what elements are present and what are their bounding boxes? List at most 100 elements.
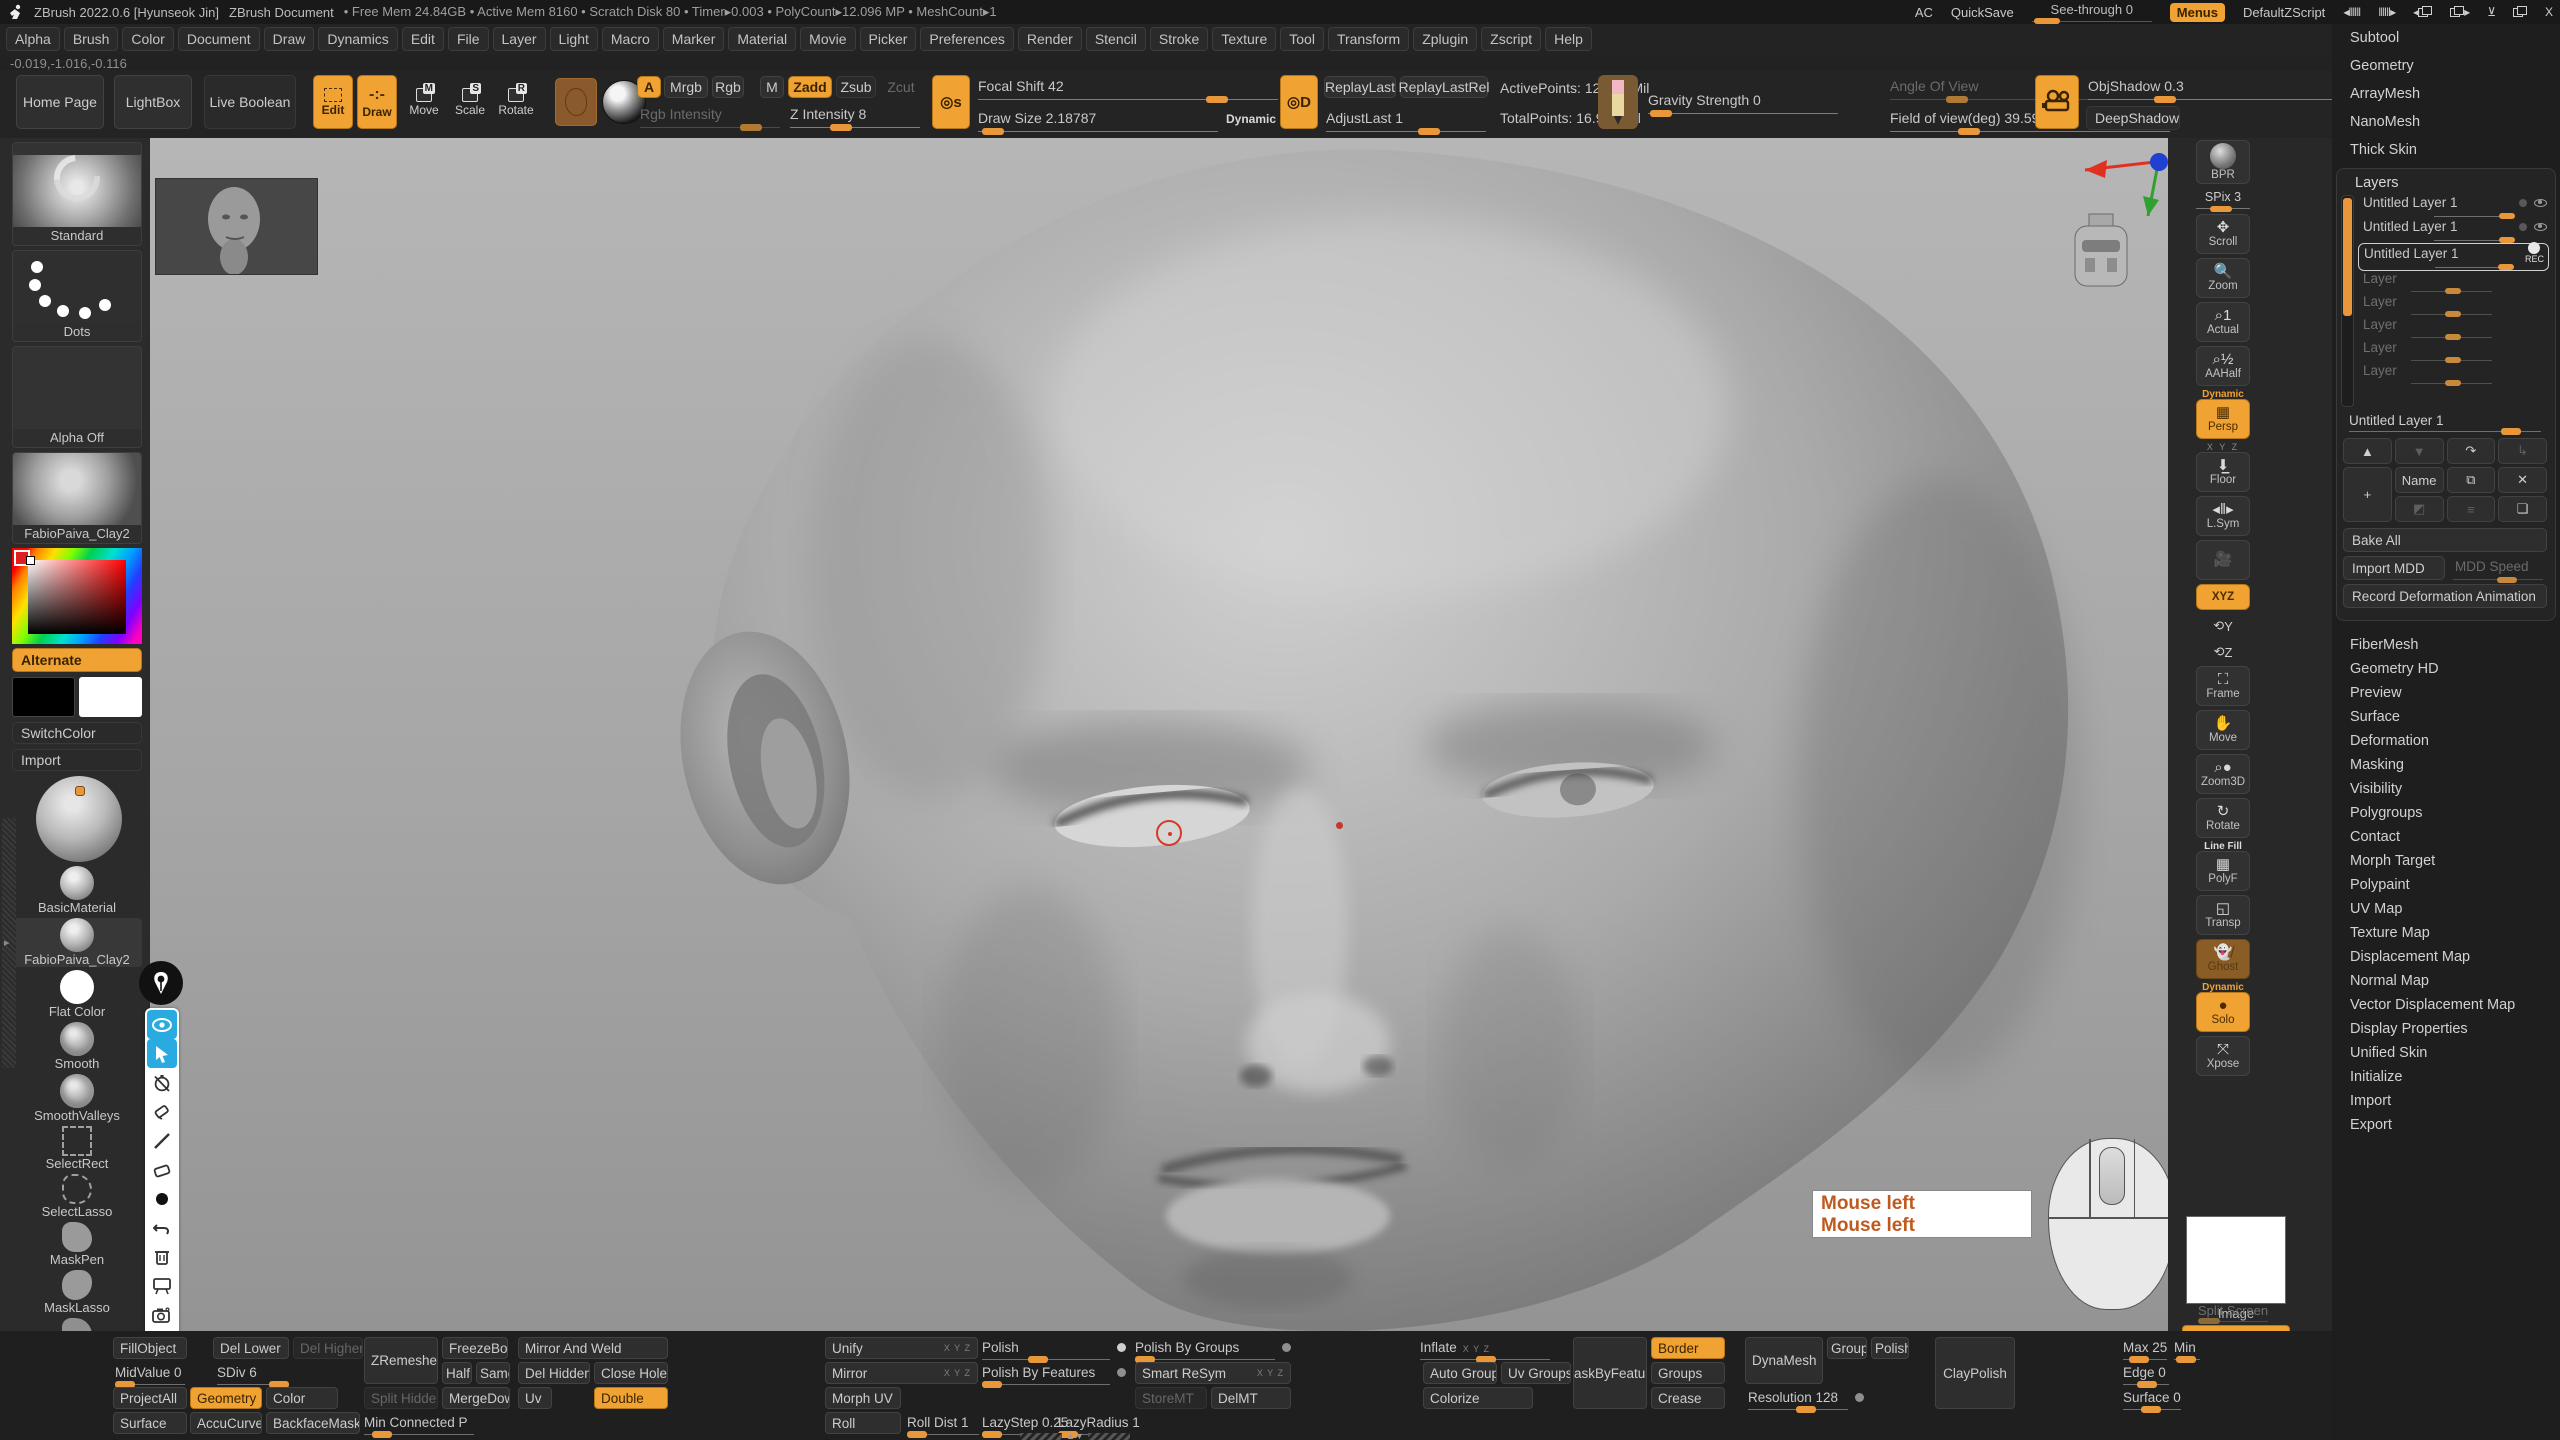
xpose-button[interactable]: ⤧Xpose (2196, 1036, 2250, 1076)
layer-redo-button[interactable]: ↷ (2447, 438, 2496, 464)
rotate-3d-button[interactable]: ↻Rotate (2196, 798, 2250, 838)
menu-item[interactable]: Edit (402, 27, 444, 51)
spix-slider[interactable]: SPix 3 (2196, 190, 2250, 204)
mdd-speed-slider[interactable]: MDD Speed (2449, 556, 2547, 580)
dock-section-header[interactable]: Texture Map (2350, 921, 2560, 945)
menu-item[interactable]: Help (1545, 27, 1592, 51)
move-3d-button[interactable]: ✋Move (2196, 710, 2250, 750)
aahalf-button[interactable]: ⌕½AAHalf (2196, 346, 2250, 386)
layers-scrollbar[interactable] (2341, 195, 2354, 407)
m-button[interactable]: M (760, 76, 784, 98)
dock-section-header[interactable]: Deformation (2350, 729, 2560, 753)
list-item[interactable]: Smooth (12, 1022, 142, 1071)
rgb-intensity-slider[interactable]: Rgb Intensity (640, 106, 780, 122)
color-switch-button[interactable]: Color (266, 1387, 338, 1409)
obj-shadow-slider[interactable]: ObjShadow 0.3 (2088, 78, 2338, 94)
zoom3d-button[interactable]: ⌕●Zoom3D (2196, 754, 2250, 794)
import-texture-button[interactable]: Import (12, 749, 142, 771)
resolution-toggle[interactable] (1855, 1393, 1864, 1402)
split-screen-slider[interactable]: Split Screen (2198, 1303, 2268, 1322)
orientation-gizmo[interactable] (2055, 148, 2170, 318)
dock-section-header[interactable]: Geometry (2332, 52, 2560, 80)
zremesher-button[interactable]: ZRemesher (364, 1337, 438, 1384)
duplicate-layer-button[interactable]: ⧉ (2447, 467, 2496, 493)
eraser-icon[interactable] (147, 1155, 177, 1184)
dock-section-header[interactable]: Visibility (2350, 777, 2560, 801)
polyframe-button[interactable]: ▦PolyF (2196, 851, 2250, 891)
screenshot-camera-icon[interactable] (147, 1300, 177, 1329)
minimize-icon[interactable]: ⊻ (2487, 5, 2495, 19)
mask-by-feature-button[interactable]: MaskByFeature (1573, 1337, 1647, 1409)
dynamesh-polish-button[interactable]: Polish (1871, 1337, 1909, 1359)
sdiv-slider[interactable]: SDiv 6 (217, 1365, 289, 1380)
layer-row-empty[interactable]: Layer (2358, 271, 2549, 294)
same-button[interactable]: Same (476, 1362, 510, 1384)
perspective-button[interactable]: ▦Persp (2196, 399, 2250, 439)
layer-visibility-eye-icon[interactable] (2534, 223, 2547, 231)
copy-layer-button[interactable]: ❏ (2498, 496, 2547, 522)
rgb-button[interactable]: Rgb (712, 76, 744, 98)
dock-section-header[interactable]: ArrayMesh (2332, 80, 2560, 108)
list-item[interactable]: BasicMaterial (12, 866, 142, 915)
dock-section-header[interactable]: Vector Displacement Map (2350, 993, 2560, 1017)
transparency-button[interactable]: ◱Transp (2196, 895, 2250, 935)
auto-groups-button[interactable]: Auto Groups (1423, 1362, 1497, 1384)
local-symmetry-button[interactable]: ◂‖▸L.Sym (2196, 496, 2250, 536)
quicksave-button[interactable]: QuickSave (1951, 5, 2014, 20)
floor-button[interactable]: ⬇̲Floor (2196, 452, 2250, 492)
dynamesh-groups-button[interactable]: Groups (1827, 1337, 1867, 1359)
focal-shift-icon-button[interactable]: ◎s (932, 75, 970, 129)
double-button[interactable]: Double (594, 1387, 668, 1409)
crease-button[interactable]: Crease (1651, 1387, 1725, 1409)
polish-by-groups-slider[interactable]: Polish By Groups (1135, 1340, 1275, 1355)
menu-item[interactable]: Macro (602, 27, 659, 51)
mrgb-button[interactable]: Mrgb (664, 76, 708, 98)
list-item[interactable]: SelectRect (12, 1126, 142, 1171)
gravity-pencil-icon[interactable] (1598, 75, 1638, 129)
resolution-slider[interactable]: Resolution 128 (1748, 1390, 1848, 1405)
menu-item[interactable]: Texture (1212, 27, 1276, 51)
current-brush-tile[interactable]: Standard (12, 142, 142, 246)
y-rotation-button[interactable]: ⟲Y (2203, 614, 2243, 638)
freeze-border-button[interactable]: FreezeBorder (442, 1337, 508, 1359)
smart-resym-button[interactable]: Smart ReSymX Y Z (1135, 1362, 1291, 1384)
current-alpha-thumbnail[interactable] (555, 78, 597, 126)
menu-item[interactable]: Color (122, 27, 173, 51)
half-button[interactable]: Half (442, 1362, 472, 1384)
layer-row[interactable]: Untitled Layer 1 (2358, 195, 2549, 219)
merge-down-button[interactable]: ◩ (2395, 496, 2444, 522)
black-swatch[interactable] (12, 677, 75, 717)
import-mdd-button[interactable]: Import MDD (2343, 556, 2445, 580)
layer-up-button[interactable]: ▲ (2343, 438, 2392, 464)
layer-row-selected[interactable]: Untitled Layer 1 REC (2358, 243, 2549, 271)
render-camera-icon-button[interactable] (2035, 75, 2079, 129)
layer-row-empty[interactable]: Layer (2358, 340, 2549, 363)
menu-item[interactable]: Draw (264, 27, 315, 51)
menu-item[interactable]: Alpha (6, 27, 60, 51)
main-gradient-swatches[interactable] (12, 677, 142, 717)
dock-section-header[interactable]: NanoMesh (2332, 108, 2560, 136)
accucurve-button[interactable]: AccuCurve (190, 1412, 262, 1434)
see-through-slider[interactable]: See-through 0 (2032, 2, 2152, 22)
adjust-last-slider[interactable]: AdjustLast 1 (1326, 110, 1486, 126)
layer-redo-all-button[interactable]: ↳ (2498, 438, 2547, 464)
frame-button[interactable]: ⛶Frame (2196, 666, 2250, 706)
unify-button[interactable]: UnifyX Y Z (825, 1337, 978, 1359)
morph-uv-button[interactable]: Morph UV (825, 1387, 901, 1409)
deep-shadow-button[interactable]: DeepShadow (2086, 106, 2180, 130)
current-stroke-tile[interactable]: Dots (12, 250, 142, 342)
merge-down-button[interactable]: MergeDown (442, 1387, 510, 1409)
document-canvas[interactable]: Mouse left Mouse left (150, 138, 2168, 1331)
menu-item[interactable]: Tool (1280, 27, 1324, 51)
dock-section-header[interactable]: Thick Skin (2332, 136, 2560, 164)
close-holes-button[interactable]: Close Holes (594, 1362, 668, 1384)
list-item[interactable]: SmoothValleys (12, 1074, 142, 1123)
menu-item[interactable]: Zplugin (1413, 27, 1477, 51)
whiteboard-icon[interactable] (147, 1271, 177, 1300)
dock-section-header[interactable]: Surface (2350, 705, 2560, 729)
lightbox-button[interactable]: LightBox (114, 75, 192, 129)
home-page-button[interactable]: Home Page (16, 75, 104, 129)
layer-visibility-eye-icon[interactable] (2534, 199, 2547, 207)
menu-item[interactable]: Marker (663, 27, 725, 51)
split-layer-button[interactable]: ≡ (2447, 496, 2496, 522)
